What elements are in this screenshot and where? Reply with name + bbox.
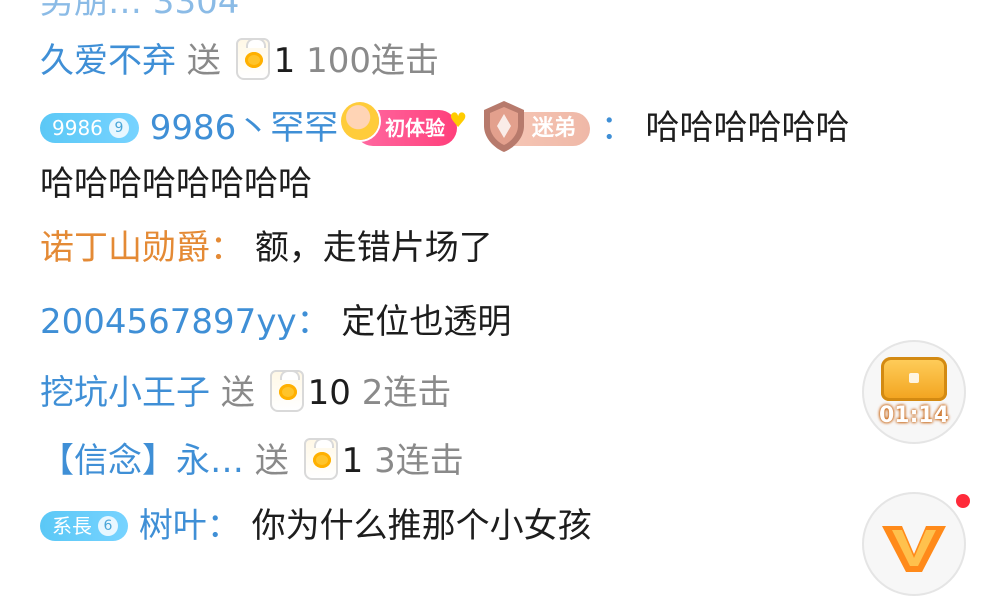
gift-message-line: 久爱不弃 送 1 100连击 xyxy=(40,38,439,81)
gift-bag-icon xyxy=(235,38,270,80)
first-experience-badge: 初体验 ♥ xyxy=(341,102,467,146)
girl-avatar-icon xyxy=(341,102,380,140)
shield-icon xyxy=(483,101,524,152)
message-text-line1: 哈哈哈哈哈哈 xyxy=(645,108,850,148)
chat-message-line: 诺丁山勋爵： 额，走错片场了 xyxy=(40,228,493,268)
notification-dot xyxy=(956,494,970,508)
fan-badge-text: 系長 xyxy=(52,514,92,538)
combo-text: 100连击 xyxy=(306,41,439,81)
username[interactable]: 【信念】永… xyxy=(40,441,244,481)
username[interactable]: 树叶： xyxy=(139,506,241,546)
chat-message-continuation: 哈哈哈哈哈哈哈哈 xyxy=(40,164,312,204)
sent-text: 送 xyxy=(186,41,221,81)
fan-badge[interactable]: 9986 9 xyxy=(40,113,139,143)
separator: ： xyxy=(600,108,635,148)
treasure-chest-button[interactable]: 01:14 xyxy=(862,340,966,444)
heart-icon: ♥ xyxy=(449,108,468,132)
username[interactable]: 挖坑小王子 xyxy=(40,373,210,413)
fan-level-text: 迷弟 xyxy=(531,116,576,141)
gift-bag-icon xyxy=(269,370,304,412)
chat-message-line: 2004567897yy： 定位也透明 xyxy=(40,302,511,342)
gift-count: 10 xyxy=(307,373,351,413)
gift-message-line: 挖坑小王子 送 10 2连击 xyxy=(40,370,451,413)
gift-bag-icon xyxy=(303,438,338,480)
fan-badge-level: 6 xyxy=(98,516,118,536)
message-text-line2: 哈哈哈哈哈哈哈哈 xyxy=(40,164,312,204)
combo-text: 3连击 xyxy=(374,441,464,481)
chat-message-line: 9986 9 9986丶罕罕 初体验 ♥ 迷弟 ： 哈哈哈哈哈哈 xyxy=(40,101,850,152)
cropped-top-line: 男朋… 3304 xyxy=(40,0,240,22)
message-text: 你为什么推那个小女孩 xyxy=(251,506,592,546)
username[interactable]: 久爱不弃 xyxy=(40,41,176,81)
username[interactable]: 2004567897yy： xyxy=(40,302,331,342)
sent-text: 送 xyxy=(254,441,289,481)
treasure-chest-icon xyxy=(881,356,947,401)
gift-count: 1 xyxy=(273,41,296,81)
sent-text: 送 xyxy=(220,373,255,413)
username[interactable]: 9986丶罕罕 xyxy=(150,108,339,148)
v-logo-button[interactable] xyxy=(862,492,970,596)
fan-level-badge: 迷弟 xyxy=(483,101,590,152)
v-logo-icon xyxy=(882,526,946,572)
first-experience-text: 初体验 xyxy=(385,116,446,140)
fan-badge-level: 9 xyxy=(108,118,129,138)
message-text: 定位也透明 xyxy=(341,302,512,342)
chat-message-line: 系長 6 树叶： 你为什么推那个小女孩 xyxy=(40,506,592,546)
combo-text: 2连击 xyxy=(361,373,452,413)
fan-badge-text: 9986 xyxy=(52,116,103,140)
gift-message-line: 【信念】永… 送 1 3连击 xyxy=(40,438,464,481)
chest-timer: 01:14 xyxy=(878,402,950,428)
fan-badge[interactable]: 系長 6 xyxy=(40,511,128,541)
username[interactable]: 诺丁山勋爵： xyxy=(40,228,244,268)
gift-count: 1 xyxy=(341,441,364,481)
message-text: 额，走错片场了 xyxy=(254,228,493,268)
